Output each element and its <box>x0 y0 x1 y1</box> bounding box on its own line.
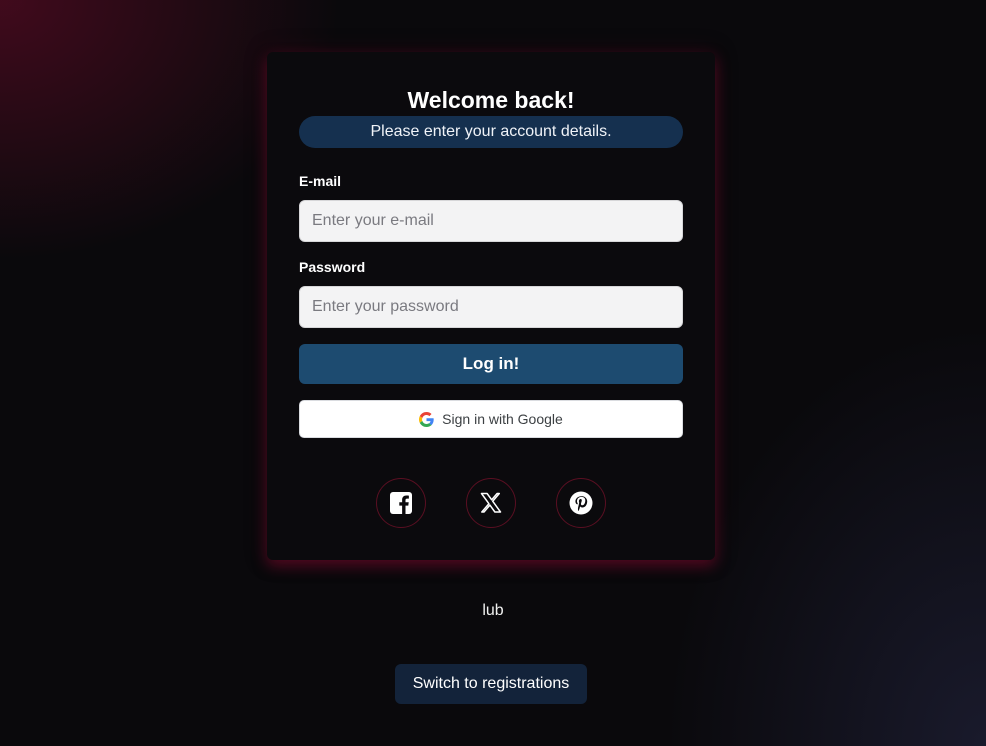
password-label: Password <box>299 259 366 275</box>
email-label: E-mail <box>299 173 342 189</box>
login-button[interactable]: Log in! <box>299 344 683 384</box>
pinterest-icon <box>569 491 593 515</box>
or-separator: lub <box>482 602 504 619</box>
page-title: Welcome back! <box>407 87 575 113</box>
facebook-icon <box>389 491 413 515</box>
login-card: Welcome back! Please enter your account … <box>267 52 715 560</box>
x-twitter-icon <box>479 491 503 515</box>
google-button-label: Sign in with Google <box>442 411 563 427</box>
email-field[interactable] <box>299 200 683 242</box>
facebook-button[interactable] <box>376 478 426 528</box>
switch-to-registration-button[interactable]: Switch to registrations <box>395 664 587 704</box>
subtitle-banner: Please enter your account details. <box>299 116 683 148</box>
google-icon <box>419 411 434 427</box>
google-signin-button[interactable]: Sign in with Google <box>299 400 683 438</box>
pinterest-button[interactable] <box>556 478 606 528</box>
x-twitter-button[interactable] <box>466 478 516 528</box>
password-field[interactable] <box>299 286 683 328</box>
